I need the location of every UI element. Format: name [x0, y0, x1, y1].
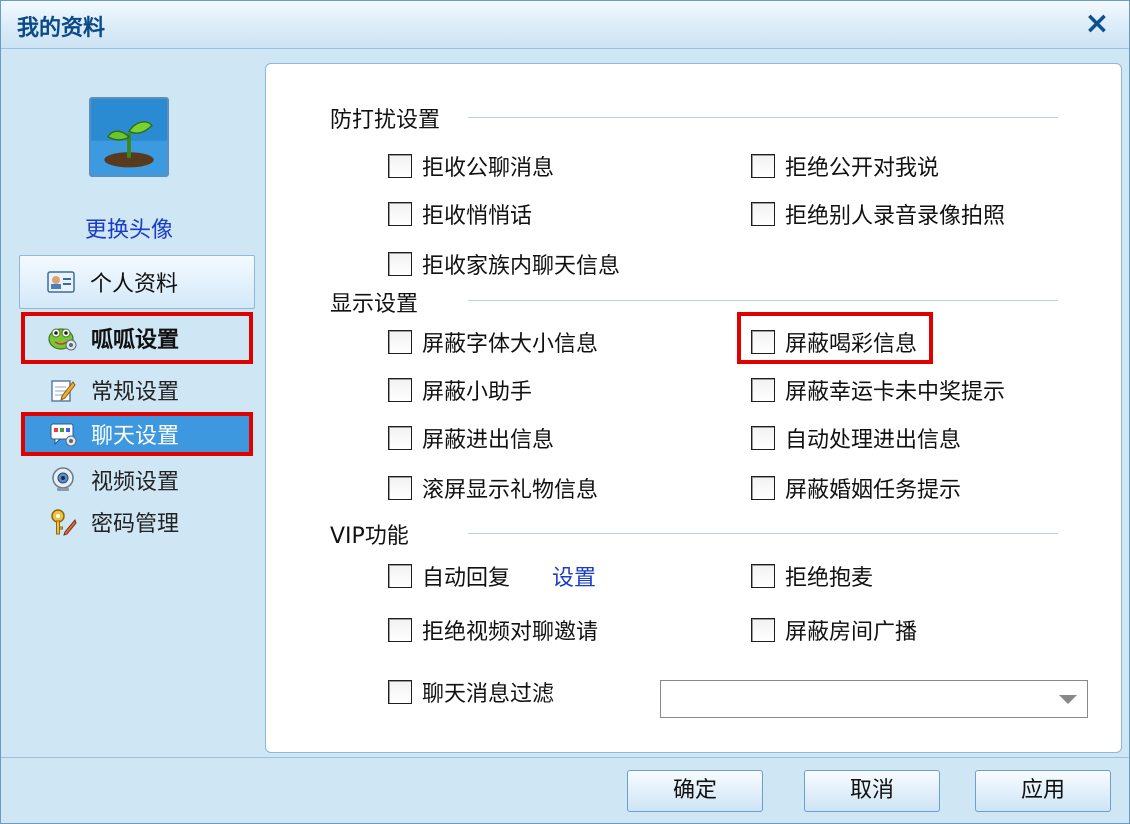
option-block-helper[interactable]: 屏蔽小助手 — [388, 374, 532, 406]
option-block-cheer[interactable]: 屏蔽喝彩信息 — [751, 326, 917, 358]
option-label: 聊天消息过滤 — [422, 682, 555, 707]
option-label: 屏蔽喝彩信息 — [785, 332, 918, 357]
nav-profile[interactable]: 个人资料 — [19, 255, 255, 309]
option-label: 屏蔽房间广播 — [785, 620, 918, 645]
option-reject-video-invite[interactable]: 拒绝视频对聊邀请 — [388, 614, 598, 646]
checkbox[interactable] — [388, 378, 412, 402]
option-block-marriage[interactable]: 屏蔽婚姻任务提示 — [751, 472, 961, 504]
option-label: 自动回复 — [422, 566, 511, 591]
section-divider — [468, 117, 1058, 118]
webcam-icon — [49, 466, 77, 494]
option-label: 滚屏显示礼物信息 — [422, 478, 599, 503]
checkbox[interactable] — [751, 476, 775, 500]
checkbox[interactable] — [388, 618, 412, 642]
option-block-lucky-card[interactable]: 屏蔽幸运卡未中奖提示 — [751, 374, 1005, 406]
option-block-room-broadcast[interactable]: 屏蔽房间广播 — [751, 614, 917, 646]
sidebar: 更换头像 个人资料 呱呱设置 常规设置 聊天设置 视频设置 密码管理 — [1, 50, 263, 750]
title-bar: 我的资料 × — [1, 1, 1129, 49]
option-reject-mic[interactable]: 拒绝抱麦 — [751, 560, 873, 592]
checkbox[interactable] — [388, 330, 412, 354]
option-label: 拒收家族内聊天信息 — [422, 254, 621, 279]
checkbox[interactable] — [388, 680, 412, 704]
option-label: 拒绝视频对聊邀请 — [422, 620, 599, 645]
settings-panel: 防打扰设置 拒收公聊消息 拒绝公开对我说 拒收悄悄话 拒绝别人录音录像拍照 拒收… — [265, 63, 1122, 753]
nav-video-settings[interactable]: 视频设置 — [49, 460, 179, 500]
section-divider — [468, 300, 1058, 301]
nav-password-label: 密码管理 — [91, 512, 180, 537]
checkbox[interactable] — [388, 476, 412, 500]
section-divider — [468, 533, 1058, 534]
option-label: 屏蔽婚姻任务提示 — [785, 478, 962, 503]
option-label: 屏蔽进出信息 — [422, 428, 555, 453]
option-label: 拒绝公开对我说 — [785, 156, 940, 181]
option-reject-public-chat[interactable]: 拒收公聊消息 — [388, 150, 554, 182]
window-title: 我的资料 — [17, 16, 106, 41]
checkbox[interactable] — [388, 154, 412, 178]
checkbox[interactable] — [751, 378, 775, 402]
section-title-display: 显示设置 — [330, 292, 419, 317]
option-label: 拒收悄悄话 — [422, 204, 533, 229]
notepad-pencil-icon — [49, 376, 77, 404]
nav-video-label: 视频设置 — [91, 470, 180, 495]
option-reject-public-to-me[interactable]: 拒绝公开对我说 — [751, 150, 939, 182]
option-label: 拒收公聊消息 — [422, 156, 555, 181]
key-pencil-icon — [49, 508, 77, 536]
option-label: 拒绝抱麦 — [785, 566, 874, 591]
checkbox[interactable] — [751, 154, 775, 178]
checkbox[interactable] — [388, 426, 412, 450]
filter-dropdown[interactable] — [660, 680, 1088, 718]
checkbox[interactable] — [751, 426, 775, 450]
section-title-dnd: 防打扰设置 — [330, 108, 441, 133]
option-label: 拒绝别人录音录像拍照 — [785, 204, 1006, 229]
option-scroll-gift[interactable]: 滚屏显示礼物信息 — [388, 472, 598, 504]
auto-reply-settings-link[interactable]: 设置 — [552, 560, 596, 592]
nav-chat-settings[interactable]: 聊天设置 — [21, 412, 253, 456]
option-block-font-size[interactable]: 屏蔽字体大小信息 — [388, 326, 598, 358]
cancel-button[interactable]: 取消 — [804, 770, 940, 812]
checkbox[interactable] — [388, 252, 412, 276]
option-auto-reply[interactable]: 自动回复 设置 — [388, 560, 596, 592]
nav-general-label: 常规设置 — [91, 380, 180, 405]
nav-general-settings[interactable]: 常规设置 — [49, 370, 179, 410]
checkbox[interactable] — [751, 202, 775, 226]
close-icon[interactable]: × — [1079, 5, 1115, 43]
id-card-icon — [46, 268, 76, 296]
option-reject-whisper[interactable]: 拒收悄悄话 — [388, 198, 532, 230]
sprout-icon — [91, 99, 167, 175]
frog-settings-icon — [47, 324, 77, 352]
avatar[interactable] — [89, 97, 169, 177]
change-avatar-link[interactable]: 更换头像 — [85, 212, 173, 244]
option-auto-inout[interactable]: 自动处理进出信息 — [751, 422, 961, 454]
option-block-inout[interactable]: 屏蔽进出信息 — [388, 422, 554, 454]
checkbox[interactable] — [751, 330, 775, 354]
settings-window: 我的资料 × 更换头像 个人资料 呱呱设置 常规设置 聊天设置 视频设置 密码管… — [0, 0, 1130, 824]
option-label: 自动处理进出信息 — [785, 428, 962, 453]
nav-password-management[interactable]: 密码管理 — [49, 502, 179, 542]
checkbox[interactable] — [751, 618, 775, 642]
option-chat-filter[interactable]: 聊天消息过滤 — [388, 676, 554, 708]
chat-settings-icon — [49, 420, 77, 448]
nav-chat-label: 聊天设置 — [91, 424, 180, 449]
option-reject-family-chat[interactable]: 拒收家族内聊天信息 — [388, 248, 620, 280]
option-label: 屏蔽字体大小信息 — [422, 332, 599, 357]
checkbox[interactable] — [388, 202, 412, 226]
option-label: 屏蔽小助手 — [422, 380, 533, 405]
footer-bar: 确定 取消 应用 — [1, 757, 1129, 823]
chevron-down-icon[interactable] — [1059, 695, 1077, 704]
ok-button[interactable]: 确定 — [627, 770, 763, 812]
nav-profile-label: 个人资料 — [90, 272, 179, 297]
option-label: 屏蔽幸运卡未中奖提示 — [785, 380, 1006, 405]
option-reject-record[interactable]: 拒绝别人录音录像拍照 — [751, 198, 1005, 230]
section-title-vip: VIP功能 — [330, 524, 409, 549]
apply-button[interactable]: 应用 — [975, 770, 1111, 812]
nav-guagua-label: 呱呱设置 — [91, 328, 180, 353]
nav-guagua-settings[interactable]: 呱呱设置 — [21, 312, 253, 364]
checkbox[interactable] — [751, 564, 775, 588]
checkbox[interactable] — [388, 564, 412, 588]
